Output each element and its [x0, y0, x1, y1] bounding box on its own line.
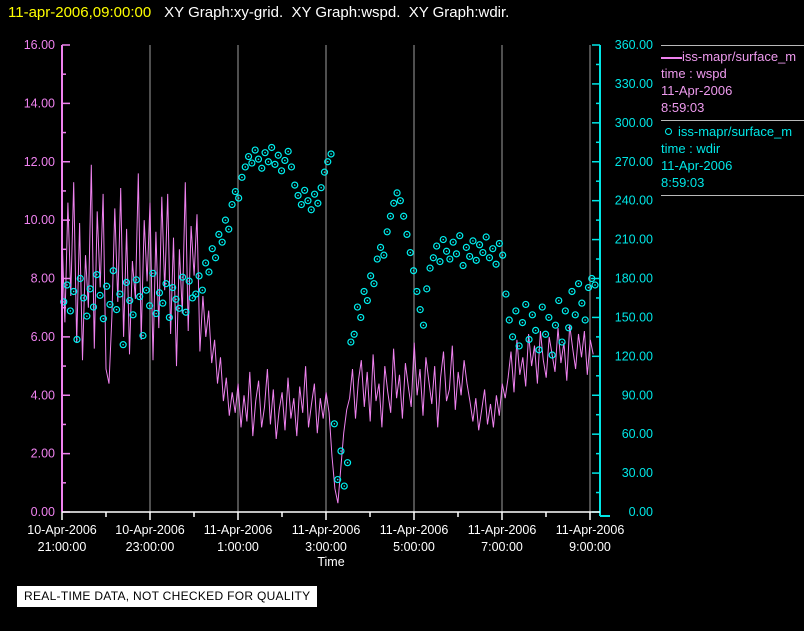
x-axis-time-label: 21:00:00	[38, 540, 87, 554]
legend: iss-mapr/surface_m time : wspd 11-Apr-20…	[661, 45, 804, 196]
x-axis-date-label: 11-Apr-2006	[380, 523, 449, 537]
legend-field-label: time : wdir	[661, 141, 721, 156]
right-axis-tick-label: 330.00	[615, 77, 653, 91]
right-axis-tick-label: 240.00	[615, 194, 653, 208]
left-axis-tick-label: 8.00	[31, 272, 55, 286]
xy-graph-window: { "window": { "title_timestamp": "11-apr…	[0, 0, 804, 626]
legend-series-row: iss-mapr/surface_m	[661, 48, 804, 65]
left-axis-tick-label: 0.00	[31, 505, 55, 519]
x-axis-time-label: 23:00:00	[126, 540, 175, 554]
left-axis: 16.00 14.00 12.00 10.00 8.00 6.00 4.00 2.00 0.00	[24, 38, 70, 519]
legend-entry-wdir: iss-mapr/surface_m time : wdir 11-Apr-20…	[661, 120, 804, 196]
x-axis: 10-Apr-2006 21:00:00 10-Apr-2006 23:00:00 11…	[27, 511, 625, 569]
right-axis-tick-label: 90.00	[622, 388, 653, 402]
legend-date: 11-Apr-2006	[661, 83, 733, 98]
right-axis-tick-label: 180.00	[615, 272, 653, 286]
x-axis-title: Time	[317, 555, 344, 569]
right-axis-tick-label: 0.00	[629, 505, 653, 519]
x-axis-time-label: 5:00:00	[393, 540, 435, 554]
x-axis-time-label: 7:00:00	[481, 540, 523, 554]
left-axis-tick-label: 4.00	[31, 388, 55, 402]
x-axis-date-label: 10-Apr-2006	[27, 523, 97, 537]
right-axis-tick-label: 300.00	[615, 116, 653, 130]
right-axis: 360.00 330.00 300.00 270.00 240.00 210.00 180.…	[592, 38, 653, 519]
x-axis-date-label: 11-Apr-2006	[556, 523, 625, 537]
right-axis-tick-label: 30.00	[622, 466, 653, 480]
left-axis-tick-label: 2.00	[31, 447, 55, 461]
x-axis-time-label: 3:00:00	[305, 540, 347, 554]
legend-series-name: iss-mapr/surface_m	[682, 49, 797, 64]
legend-series-name: iss-mapr/surface_m	[678, 124, 793, 139]
left-axis-tick-label: 14.00	[24, 96, 55, 110]
quality-banner: REAL-TIME DATA, NOT CHECKED FOR QUALITY	[17, 586, 318, 607]
legend-date: 11-Apr-2006	[661, 158, 733, 173]
legend-series-row: iss-mapr/surface_m	[661, 123, 804, 140]
right-axis-tick-label: 60.00	[622, 427, 653, 441]
legend-entry-wspd: iss-mapr/surface_m time : wspd 11-Apr-20…	[661, 45, 804, 120]
x-axis-time-label: 1:00:00	[217, 540, 259, 554]
x-axis-date-label: 11-Apr-2006	[468, 523, 537, 537]
right-axis-tick-label: 360.00	[615, 38, 653, 52]
wspd-line-swatch-icon	[661, 56, 682, 59]
legend-time: 8:59:03	[661, 100, 705, 115]
x-axis-date-label: 11-Apr-2006	[292, 523, 361, 537]
x-axis-date-label: 10-Apr-2006	[115, 523, 185, 537]
right-axis-tick-label: 120.00	[615, 349, 653, 363]
legend-field-label: time : wspd	[661, 66, 727, 81]
right-axis-tick-label: 270.00	[615, 155, 653, 169]
x-axis-date-label: 11-Apr-2006	[204, 523, 273, 537]
left-axis-tick-label: 10.00	[24, 213, 55, 227]
left-axis-tick-label: 12.00	[24, 155, 55, 169]
left-axis-tick-label: 16.00	[24, 38, 55, 52]
x-axis-time-label: 9:00:00	[569, 540, 611, 554]
legend-time: 8:59:03	[661, 175, 705, 190]
right-axis-tick-label: 210.00	[615, 233, 653, 247]
left-axis-tick-label: 6.00	[31, 330, 55, 344]
wdir-circle-marker-icon	[665, 128, 672, 136]
right-axis-tick-label: 150.00	[615, 310, 653, 324]
